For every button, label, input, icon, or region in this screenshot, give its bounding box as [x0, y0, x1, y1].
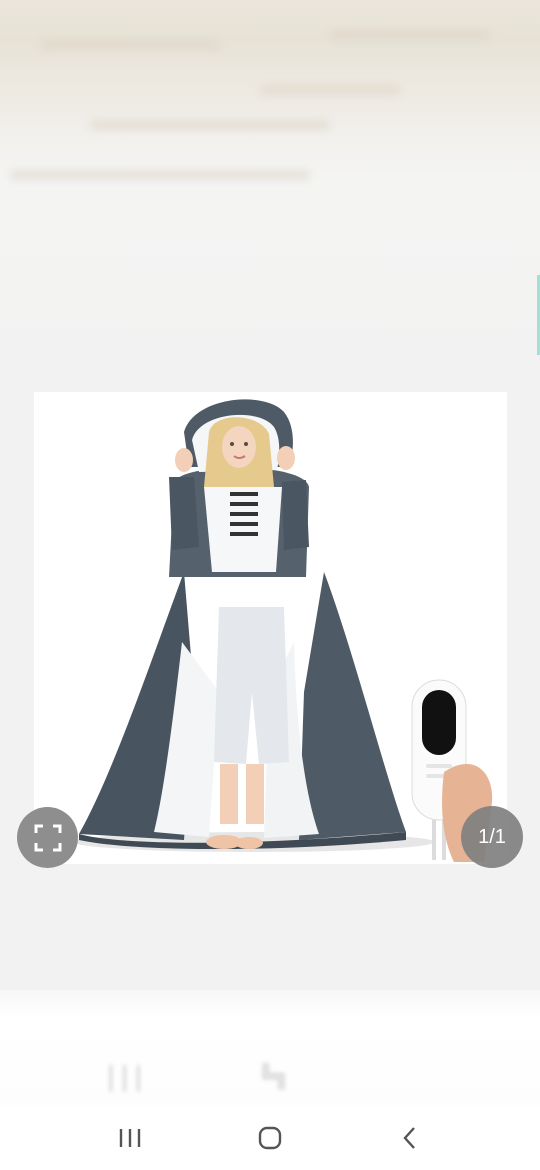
- fullscreen-button[interactable]: [17, 807, 78, 868]
- recent-apps-button[interactable]: [100, 1108, 160, 1168]
- home-button[interactable]: [240, 1108, 300, 1168]
- system-navigation-bar: [0, 1105, 540, 1170]
- blurred-bottom-content: │││ ╚╗: [0, 990, 540, 1105]
- home-icon: [258, 1126, 282, 1149]
- blurred-glyph: │││: [105, 1065, 147, 1090]
- fullscreen-icon: [34, 824, 61, 851]
- blurred-glyph: ╚╗: [258, 1063, 290, 1088]
- product-photo: [74, 399, 493, 862]
- image-counter-badge: 1/1: [461, 806, 523, 868]
- product-image-viewer[interactable]: [34, 392, 507, 864]
- recent-apps-icon: [119, 1128, 141, 1147]
- back-icon: [403, 1126, 415, 1149]
- blurred-background: [0, 0, 540, 390]
- back-button[interactable]: [380, 1108, 440, 1168]
